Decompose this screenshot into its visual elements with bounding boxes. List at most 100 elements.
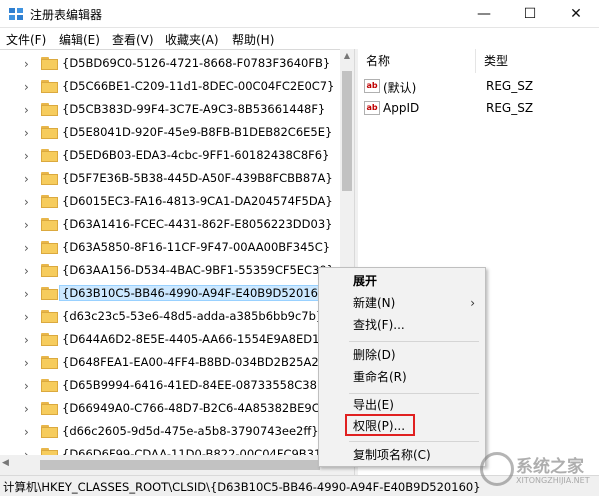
tree-item-label: {D644A6D2-8E5E-4405-AA66-1554E9A8ED10} [62, 332, 335, 346]
tree-item-label: {D63A5850-8F16-11CF-9F47-00AA00BF345C} [62, 240, 331, 254]
expand-chevron-icon[interactable]: › [24, 218, 34, 232]
tree-item[interactable]: › {D5E8041D-920F-45e9-B8FB-B1DEB82C6E5E} [0, 122, 340, 145]
folder-icon [41, 218, 58, 231]
menu-favorites[interactable]: 收藏夹(A) [165, 31, 219, 48]
h-scroll-thumb[interactable] [40, 460, 320, 470]
close-button[interactable]: ✕ [553, 0, 599, 28]
tree-item-label: {D648FEA1-EA00-4FF4-B8BD-034BD2B25A23} [62, 355, 334, 369]
folder-icon [41, 241, 58, 254]
folder-icon [41, 80, 58, 93]
tree-item-label: {d66c2605-9d5d-475e-a5b8-3790743ee2ff} [62, 424, 319, 438]
folder-icon [41, 172, 58, 185]
column-header-type[interactable]: 类型 [476, 49, 599, 73]
menu-item-rename[interactable]: 重命名(R) [319, 366, 485, 388]
site-watermark: 系统之家 XITONGZHIJIA.NET [474, 446, 596, 492]
menu-item-delete[interactable]: 删除(D) [319, 344, 485, 366]
tree-item-label: {D65B9994-6416-41ED-84EE-08733558C381} [62, 378, 332, 392]
tree-item[interactable]: › {D5BD69C0-5126-4721-8668-F0783F3640FB} [0, 53, 340, 76]
maximize-button[interactable]: ☐ [507, 0, 553, 28]
scroll-up-icon[interactable]: ▲ [340, 49, 354, 63]
tree-item[interactable]: › {D5F7E36B-5B38-445D-A50F-439B8FCBB87A} [0, 168, 340, 191]
expand-chevron-icon[interactable]: › [24, 333, 34, 347]
expand-chevron-icon[interactable]: › [24, 402, 34, 416]
expand-chevron-icon[interactable]: › [24, 356, 34, 370]
tree-item[interactable]: › {D6015EC3-FA16-4813-9CA1-DA204574F5DA} [0, 191, 340, 214]
expand-chevron-icon[interactable]: › [24, 80, 34, 94]
tree-item[interactable]: › {D63A1416-FCEC-4431-862F-E8056223DD03} [0, 214, 340, 237]
tree-item[interactable]: › {D63B10C5-BB46-4990-A94F-E40B9D520160} [0, 283, 340, 306]
tree-item[interactable]: › {D63AA156-D534-4BAC-9BF1-55359CF5EC30} [0, 260, 340, 283]
tree-item[interactable]: › {D644A6D2-8E5E-4405-AA66-1554E9A8ED10} [0, 329, 340, 352]
folder-icon [41, 287, 58, 300]
expand-chevron-icon[interactable]: › [24, 241, 34, 255]
tree-item-label: {D5C66BE1-C209-11d1-8DEC-00C04FC2E0C7} [62, 79, 335, 93]
menu-item-find[interactable]: 查找(F)... [319, 314, 485, 336]
menu-item-new[interactable]: 新建(N) › [319, 292, 485, 314]
expand-chevron-icon[interactable]: › [24, 149, 34, 163]
expand-chevron-icon[interactable]: › [24, 57, 34, 71]
string-value-icon: ab [364, 79, 380, 93]
expand-chevron-icon[interactable]: › [24, 264, 34, 278]
menu-separator [349, 341, 479, 342]
tree-item-label: {D5CB383D-99F4-3C7E-A9C3-8B53661448F} [62, 102, 326, 116]
menu-item-copy-key-name[interactable]: 复制项名称(C) [319, 444, 485, 466]
expand-chevron-icon[interactable]: › [24, 126, 34, 140]
folder-icon [41, 425, 58, 438]
expand-chevron-icon[interactable]: › [24, 425, 34, 439]
watermark-logo-icon [480, 452, 514, 486]
value-name: AppID [383, 101, 420, 115]
scroll-left-icon[interactable]: ◀ [2, 458, 9, 468]
menu-file[interactable]: 文件(F) [6, 31, 46, 48]
tree-item-label: {D63AA156-D534-4BAC-9BF1-55359CF5EC30} [62, 263, 335, 277]
column-header-name[interactable]: 名称 [358, 49, 476, 73]
expand-chevron-icon[interactable]: › [24, 379, 34, 393]
tree-item-label: {D63B10C5-BB46-4990-A94F-E40B9D520160} [59, 285, 336, 301]
value-name: (默认) [383, 81, 417, 95]
tree-item[interactable]: › {d66c2605-9d5d-475e-a5b8-3790743ee2ff} [0, 421, 340, 444]
tree-item[interactable]: › {D65B9994-6416-41ED-84EE-08733558C381} [0, 375, 340, 398]
expand-chevron-icon[interactable]: › [24, 103, 34, 117]
expand-chevron-icon[interactable]: › [24, 287, 34, 301]
tree-item-label: {D5E8041D-920F-45e9-B8FB-B1DEB82C6E5E} [62, 125, 333, 139]
folder-icon [41, 379, 58, 392]
status-path: 计算机\HKEY_CLASSES_ROOT\CLSID\{D63B10C5-BB… [3, 480, 481, 494]
tree-item[interactable]: › {D63A5850-8F16-11CF-9F47-00AA00BF345C} [0, 237, 340, 260]
scroll-thumb[interactable] [342, 71, 352, 191]
tree-item[interactable]: › {D5ED6B03-EDA3-4cbc-9FF1-60182438C8F6} [0, 145, 340, 168]
menu-bar: 文件(F) 编辑(E) 查看(V) 收藏夹(A) 帮助(H) [0, 29, 599, 49]
folder-icon [41, 356, 58, 369]
minimize-button[interactable]: — [461, 0, 507, 28]
tree-item[interactable]: › {D66949A0-C766-48D7-B2C6-4A85382BE9C1} [0, 398, 340, 421]
tree-item-label: {D5BD69C0-5126-4721-8668-F0783F3640FB} [62, 56, 331, 70]
tree-item[interactable]: › {D5C66BE1-C209-11d1-8DEC-00C04FC2E0C7} [0, 76, 340, 99]
tree-item[interactable]: › {d63c23c5-53e6-48d5-adda-a385b6bb9c7b} [0, 306, 340, 329]
key-tree: › {D5BD69C0-5126-4721-8668-F0783F3640FB} ›… [0, 49, 354, 475]
menu-view[interactable]: 查看(V) [112, 31, 154, 48]
folder-icon [41, 103, 58, 116]
menu-edit[interactable]: 编辑(E) [59, 31, 100, 48]
expand-chevron-icon[interactable]: › [24, 195, 34, 209]
value-type: REG_SZ [486, 79, 534, 93]
string-value-icon: ab [364, 101, 380, 115]
folder-icon [41, 149, 58, 162]
list-item[interactable]: ab (默认) REG_SZ [358, 75, 599, 97]
tree-item-label: {D5ED6B03-EDA3-4cbc-9FF1-60182438C8F6} [62, 148, 330, 162]
menu-help[interactable]: 帮助(H) [232, 31, 274, 48]
watermark-subtext: XITONGZHIJIA.NET [516, 476, 590, 485]
regedit-app-icon [9, 8, 23, 20]
value-type: REG_SZ [486, 101, 534, 115]
folder-icon [41, 57, 58, 70]
submenu-arrow-icon: › [470, 296, 475, 310]
menu-item-expand[interactable]: 展开 [319, 270, 485, 292]
menu-item-export[interactable]: 导出(E) [319, 394, 485, 416]
context-menu: 展开 新建(N) › 查找(F)... 删除(D) 重命名(R) 导出(E) 权… [318, 267, 486, 467]
tree-horizontal-scrollbar[interactable]: ◀ [0, 455, 354, 475]
expand-chevron-icon[interactable]: › [24, 310, 34, 324]
expand-chevron-icon[interactable]: › [24, 172, 34, 186]
tree-item[interactable]: › {D648FEA1-EA00-4FF4-B8BD-034BD2B25A23} [0, 352, 340, 375]
tree-item[interactable]: › {D5CB383D-99F4-3C7E-A9C3-8B53661448F} [0, 99, 340, 122]
folder-icon [41, 126, 58, 139]
list-item[interactable]: ab AppID REG_SZ [358, 97, 599, 119]
tree-item-label: {d63c23c5-53e6-48d5-adda-a385b6bb9c7b} [62, 309, 324, 323]
menu-separator [349, 441, 479, 442]
